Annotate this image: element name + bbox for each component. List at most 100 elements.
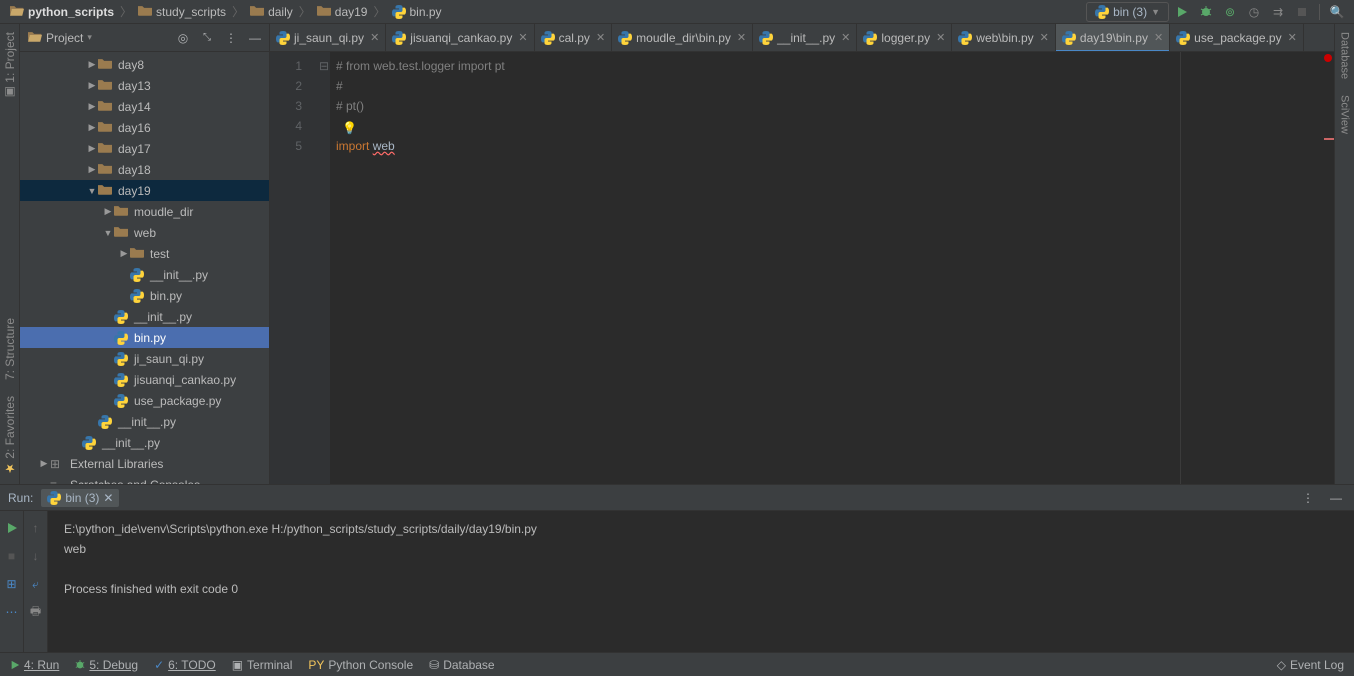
tree-row[interactable]: __init__.py (20, 264, 269, 285)
close-tab-icon[interactable]: ✕ (518, 31, 527, 44)
tree-row[interactable]: ▼day19 (20, 180, 269, 201)
tree-row[interactable]: ji_saun_qi.py (20, 348, 269, 369)
tree-row[interactable]: __init__.py (20, 306, 269, 327)
close-tab-icon[interactable]: ✕ (596, 31, 605, 44)
code-line[interactable]: # pt() (336, 96, 1334, 116)
tree-row[interactable]: __init__.py (20, 411, 269, 432)
editor-tab[interactable]: use_package.py✕ (1170, 24, 1304, 51)
tree-arrow-icon[interactable]: ▼ (102, 228, 114, 238)
tree-row[interactable]: use_package.py (20, 390, 269, 411)
collapse-all-icon[interactable]: ⤡ (197, 28, 217, 48)
tree-row[interactable]: ▶day14 (20, 96, 269, 117)
status-database[interactable]: ⛁Database (429, 658, 494, 672)
code-line[interactable]: # (336, 76, 1334, 96)
tree-row[interactable]: ▶⊞External Libraries (20, 453, 269, 474)
close-tab-icon[interactable]: ✕ (1040, 31, 1049, 44)
sciview-tool-tab[interactable]: SciView (1339, 87, 1351, 142)
tree-row[interactable]: __init__.py (20, 432, 269, 453)
editor-tab[interactable]: moudle_dir\bin.py✕ (612, 24, 753, 51)
tree-arrow-icon[interactable]: ▶ (102, 206, 114, 217)
code-line[interactable]: # from web.test.logger import pt (336, 56, 1334, 76)
status-debug[interactable]: 5: Debug (75, 658, 138, 672)
error-stripe[interactable] (1322, 52, 1334, 484)
tree-row[interactable]: ▶day16 (20, 117, 269, 138)
breadcrumb-item[interactable]: python_scripts (8, 5, 116, 19)
locate-icon[interactable]: ◎ (173, 28, 193, 48)
stop-button[interactable] (1291, 1, 1313, 23)
project-tree[interactable]: ▶day8▶day13▶day14▶day16▶day17▶day18▼day1… (20, 52, 269, 484)
tree-arrow-icon[interactable]: ▶ (38, 458, 50, 469)
tree-row[interactable]: ▶day8 (20, 54, 269, 75)
editor-tab[interactable]: __init__.py✕ (753, 24, 857, 51)
tree-arrow-icon[interactable]: ▶ (118, 248, 130, 259)
tree-arrow-icon[interactable]: ▶ (86, 101, 98, 112)
tree-row[interactable]: ▶moudle_dir (20, 201, 269, 222)
hide-run-icon[interactable]: — (1326, 488, 1346, 508)
tree-row[interactable]: bin.py (20, 327, 269, 348)
settings-icon[interactable]: ⋮ (221, 28, 241, 48)
tree-row[interactable]: ▶test (20, 243, 269, 264)
database-tool-tab[interactable]: Database (1339, 24, 1351, 87)
code-line[interactable] (336, 116, 1334, 136)
tree-row[interactable]: ≡Scratches and Consoles (20, 474, 269, 484)
close-tab-icon[interactable]: ✕ (1288, 31, 1297, 44)
tree-arrow-icon[interactable]: ▶ (86, 143, 98, 154)
run-coverage-button[interactable]: ⊚ (1219, 1, 1241, 23)
fold-marker[interactable] (318, 116, 330, 136)
tree-row[interactable]: ▼web (20, 222, 269, 243)
fold-marker[interactable] (318, 136, 330, 156)
status-todo[interactable]: ✓6: TODO (154, 658, 216, 672)
profile-button[interactable]: ◷ (1243, 1, 1265, 23)
run-output[interactable]: E:\python_ide\venv\Scripts\python.exe H:… (48, 511, 1354, 652)
run-settings-icon[interactable]: ⋮ (1298, 488, 1318, 508)
tree-row[interactable]: jisuanqi_cankao.py (20, 369, 269, 390)
project-view-selector[interactable]: Project ▾ (28, 31, 92, 45)
tree-arrow-icon[interactable]: ▶ (86, 164, 98, 175)
editor-tab[interactable]: web\bin.py✕ (952, 24, 1056, 51)
editor-tab[interactable]: day19\bin.py✕ (1056, 24, 1170, 51)
fold-marker[interactable] (318, 96, 330, 116)
code-line[interactable]: import web (336, 136, 1334, 156)
fold-marker[interactable]: ⊟ (318, 56, 330, 76)
more-run-icon[interactable]: ⋯ (1, 601, 23, 623)
structure-tool-tab[interactable]: 7: Structure (3, 310, 17, 388)
code-editor[interactable]: 💡 # from web.test.logger import pt## pt(… (330, 52, 1334, 484)
editor-tab[interactable]: ji_saun_qi.py✕ (270, 24, 386, 51)
tree-arrow-icon[interactable]: ▶ (86, 80, 98, 91)
editor-tab[interactable]: logger.py✕ (857, 24, 952, 51)
tree-row[interactable]: ▶day18 (20, 159, 269, 180)
hide-panel-icon[interactable]: — (245, 28, 265, 48)
tree-arrow-icon[interactable]: ▶ (86, 122, 98, 133)
up-icon[interactable]: ↑ (25, 517, 47, 539)
breadcrumb-item[interactable]: bin.py (390, 5, 444, 19)
close-run-tab-icon[interactable]: ✕ (103, 491, 113, 505)
search-everywhere-button[interactable]: 🔍 (1326, 1, 1348, 23)
soft-wrap-icon[interactable]: ⤶ (25, 573, 47, 595)
status-terminal[interactable]: ▣Terminal (232, 658, 293, 672)
layout-button[interactable]: ⊞ (1, 573, 23, 595)
editor-tab[interactable]: cal.py✕ (535, 24, 613, 51)
status-run[interactable]: 4: Run (10, 658, 59, 672)
close-tab-icon[interactable]: ✕ (737, 31, 746, 44)
print-icon[interactable]: 🖶 (25, 601, 47, 623)
down-icon[interactable]: ↓ (25, 545, 47, 567)
fold-marker[interactable] (318, 76, 330, 96)
close-tab-icon[interactable]: ✕ (1154, 31, 1163, 44)
close-tab-icon[interactable]: ✕ (370, 31, 379, 44)
event-log[interactable]: ◇Event Log (1277, 658, 1344, 672)
run-config-selector[interactable]: bin (3) ▼ (1086, 2, 1169, 22)
stop-run-button[interactable]: ■ (1, 545, 23, 567)
project-tool-tab[interactable]: ▣1: Project (3, 24, 17, 108)
tree-row[interactable]: ▶day17 (20, 138, 269, 159)
rerun-button[interactable] (1, 517, 23, 539)
debug-button[interactable] (1195, 1, 1217, 23)
tree-row[interactable]: ▶day13 (20, 75, 269, 96)
error-indicator-icon[interactable] (1324, 54, 1332, 62)
favorites-tool-tab[interactable]: ★2: Favorites (3, 388, 17, 484)
breadcrumb-item[interactable]: daily (248, 5, 295, 19)
attach-button[interactable]: ⇉ (1267, 1, 1289, 23)
tree-row[interactable]: bin.py (20, 285, 269, 306)
run-tab[interactable]: bin (3) ✕ (41, 489, 119, 507)
breadcrumb-item[interactable]: study_scripts (136, 5, 228, 19)
close-tab-icon[interactable]: ✕ (936, 31, 945, 44)
